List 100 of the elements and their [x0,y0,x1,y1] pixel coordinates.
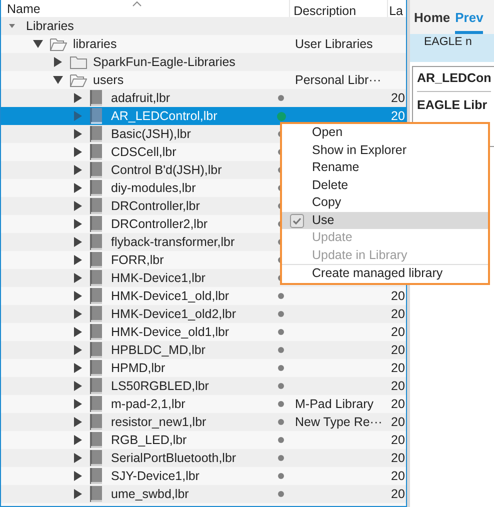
tree-row[interactable]: HMK-Device1_old,lbr 20 [1,287,406,305]
tree-row[interactable]: LS50RGBLED,lbr 20 [1,377,406,395]
tree-item-label: AR_LEDControl,lbr [111,109,218,123]
expand-icon[interactable] [73,417,83,427]
book-icon [90,378,102,394]
description-text: M-Pad Library [295,397,374,411]
tree-item-label: flyback-transformer,lbr [111,235,235,249]
book-icon [90,216,102,232]
expand-icon[interactable] [73,93,83,103]
column-header[interactable]: La [388,0,406,17]
tree-row[interactable]: HPMD,lbr 20 [1,359,406,377]
tree-row[interactable]: AR_LEDControl,lbr 20 [1,107,406,125]
tree-item-label: HMK-Device1,lbr [111,271,206,285]
book-icon [90,432,102,448]
expand-icon[interactable] [73,219,83,229]
menu-item[interactable]: Delete [282,176,488,194]
collapse-icon[interactable] [33,39,43,49]
description-text: Personal Libr··· [295,73,382,87]
tree-row[interactable]: ume_swbd,lbr 20 [1,485,406,503]
tree-row[interactable]: SparkFun-Eagle-Libraries [1,53,406,71]
tree-item-label: diy-modules,lbr [111,181,196,195]
date-text: 20 [391,307,405,321]
tree-row[interactable]: SerialPortBluetooth,lbr 20 [1,449,406,467]
expand-icon[interactable] [73,201,83,211]
expand-icon[interactable] [73,273,83,283]
tree-row[interactable]: m-pad-2,1,lbr M-Pad Library 20 [1,395,406,413]
menu-item[interactable]: Show in Explorer [282,142,488,159]
tree-row[interactable]: libraries User Libraries [1,35,406,53]
tree-item-label: DRController,lbr [111,199,200,213]
tree-item-label: Basic(JSH),lbr [111,127,191,141]
expand-icon[interactable] [73,435,83,445]
expand-icon[interactable] [73,489,83,499]
tree-item-label: users [93,73,124,87]
book-icon [90,414,102,430]
open-folder-icon [50,38,67,50]
tree-row[interactable]: HMK-Device1_old2,lbr 20 [1,305,406,323]
tree-row[interactable]: adafruit,lbr 20 [1,89,406,107]
expand-icon[interactable] [53,57,63,67]
tree-row[interactable]: SJY-Device1,lbr 20 [1,467,406,485]
date-text: 20 [391,433,405,447]
menu-item[interactable]: Use [282,212,488,229]
expand-icon[interactable] [73,345,83,355]
book-icon [90,468,102,484]
date-text: 20 [391,325,405,339]
book-icon [90,198,102,214]
collapse-icon[interactable] [53,75,63,85]
book-icon [90,486,102,502]
expand-icon[interactable] [73,237,83,247]
tree-item-label: HMK-Device1_old2,lbr [111,307,236,321]
book-icon [90,180,102,196]
expand-icon[interactable] [73,399,83,409]
expand-icon[interactable] [73,453,83,463]
tree-item-label: SerialPortBluetooth,lbr [111,451,236,465]
tree-row[interactable]: Libraries [1,17,406,35]
expand-icon[interactable] [73,309,83,319]
book-icon [90,360,102,376]
description-text: User Libraries [295,37,373,51]
expand-icon[interactable] [73,363,83,373]
book-icon [90,252,102,268]
book-icon [90,396,102,412]
date-text: 20 [391,469,405,483]
tree-item-label: HPBLDC_MD,lbr [111,343,206,357]
tree-item-label: RGB_LED,lbr [111,433,187,447]
tree-item-label: m-pad-2,1,lbr [111,397,186,411]
expand-icon[interactable] [73,255,83,265]
expand-icon[interactable] [73,381,83,391]
book-icon [90,270,102,286]
tree-item-label: DRController2,lbr [111,217,208,231]
book-icon [90,288,102,304]
tree-item-label: CDSCell,lbr [111,145,176,159]
open-folder-icon [70,74,87,86]
expand-icon[interactable] [73,183,83,193]
date-text: 20 [391,91,405,105]
tree-row[interactable]: HPBLDC_MD,lbr 20 [1,341,406,359]
date-text: 20 [391,397,405,411]
book-icon [90,324,102,340]
date-text: 20 [391,289,405,303]
tree-item-label: ume_swbd,lbr [111,487,189,501]
collapse-icon[interactable] [9,23,15,29]
expand-icon[interactable] [73,327,83,337]
tree-row[interactable]: RGB_LED,lbr 20 [1,431,406,449]
tree-item-label: HMK-Device1_old,lbr [111,289,230,303]
tree-row[interactable]: resistor_new1,lbr New Type Re··· 20 [1,413,406,431]
tree-row[interactable]: users Personal Libr··· [1,71,406,89]
book-icon [90,144,102,160]
book-icon [90,126,102,142]
expand-icon[interactable] [73,165,83,175]
expand-icon[interactable] [73,291,83,301]
date-text: 20 [391,415,405,429]
book-icon [90,90,102,106]
book-icon [90,450,102,466]
expand-icon[interactable] [73,147,83,157]
tab[interactable]: Home [414,10,450,34]
tree-row[interactable]: HMK-Device_old1,lbr 20 [1,323,406,341]
info-banner: EAGLE n [410,34,494,62]
description-text: New Type Re··· [295,415,382,429]
tree-item-label: LS50RGBLED,lbr [111,379,209,393]
expand-icon[interactable] [73,471,83,481]
folder-icon [70,56,87,68]
expand-icon[interactable] [73,129,83,139]
